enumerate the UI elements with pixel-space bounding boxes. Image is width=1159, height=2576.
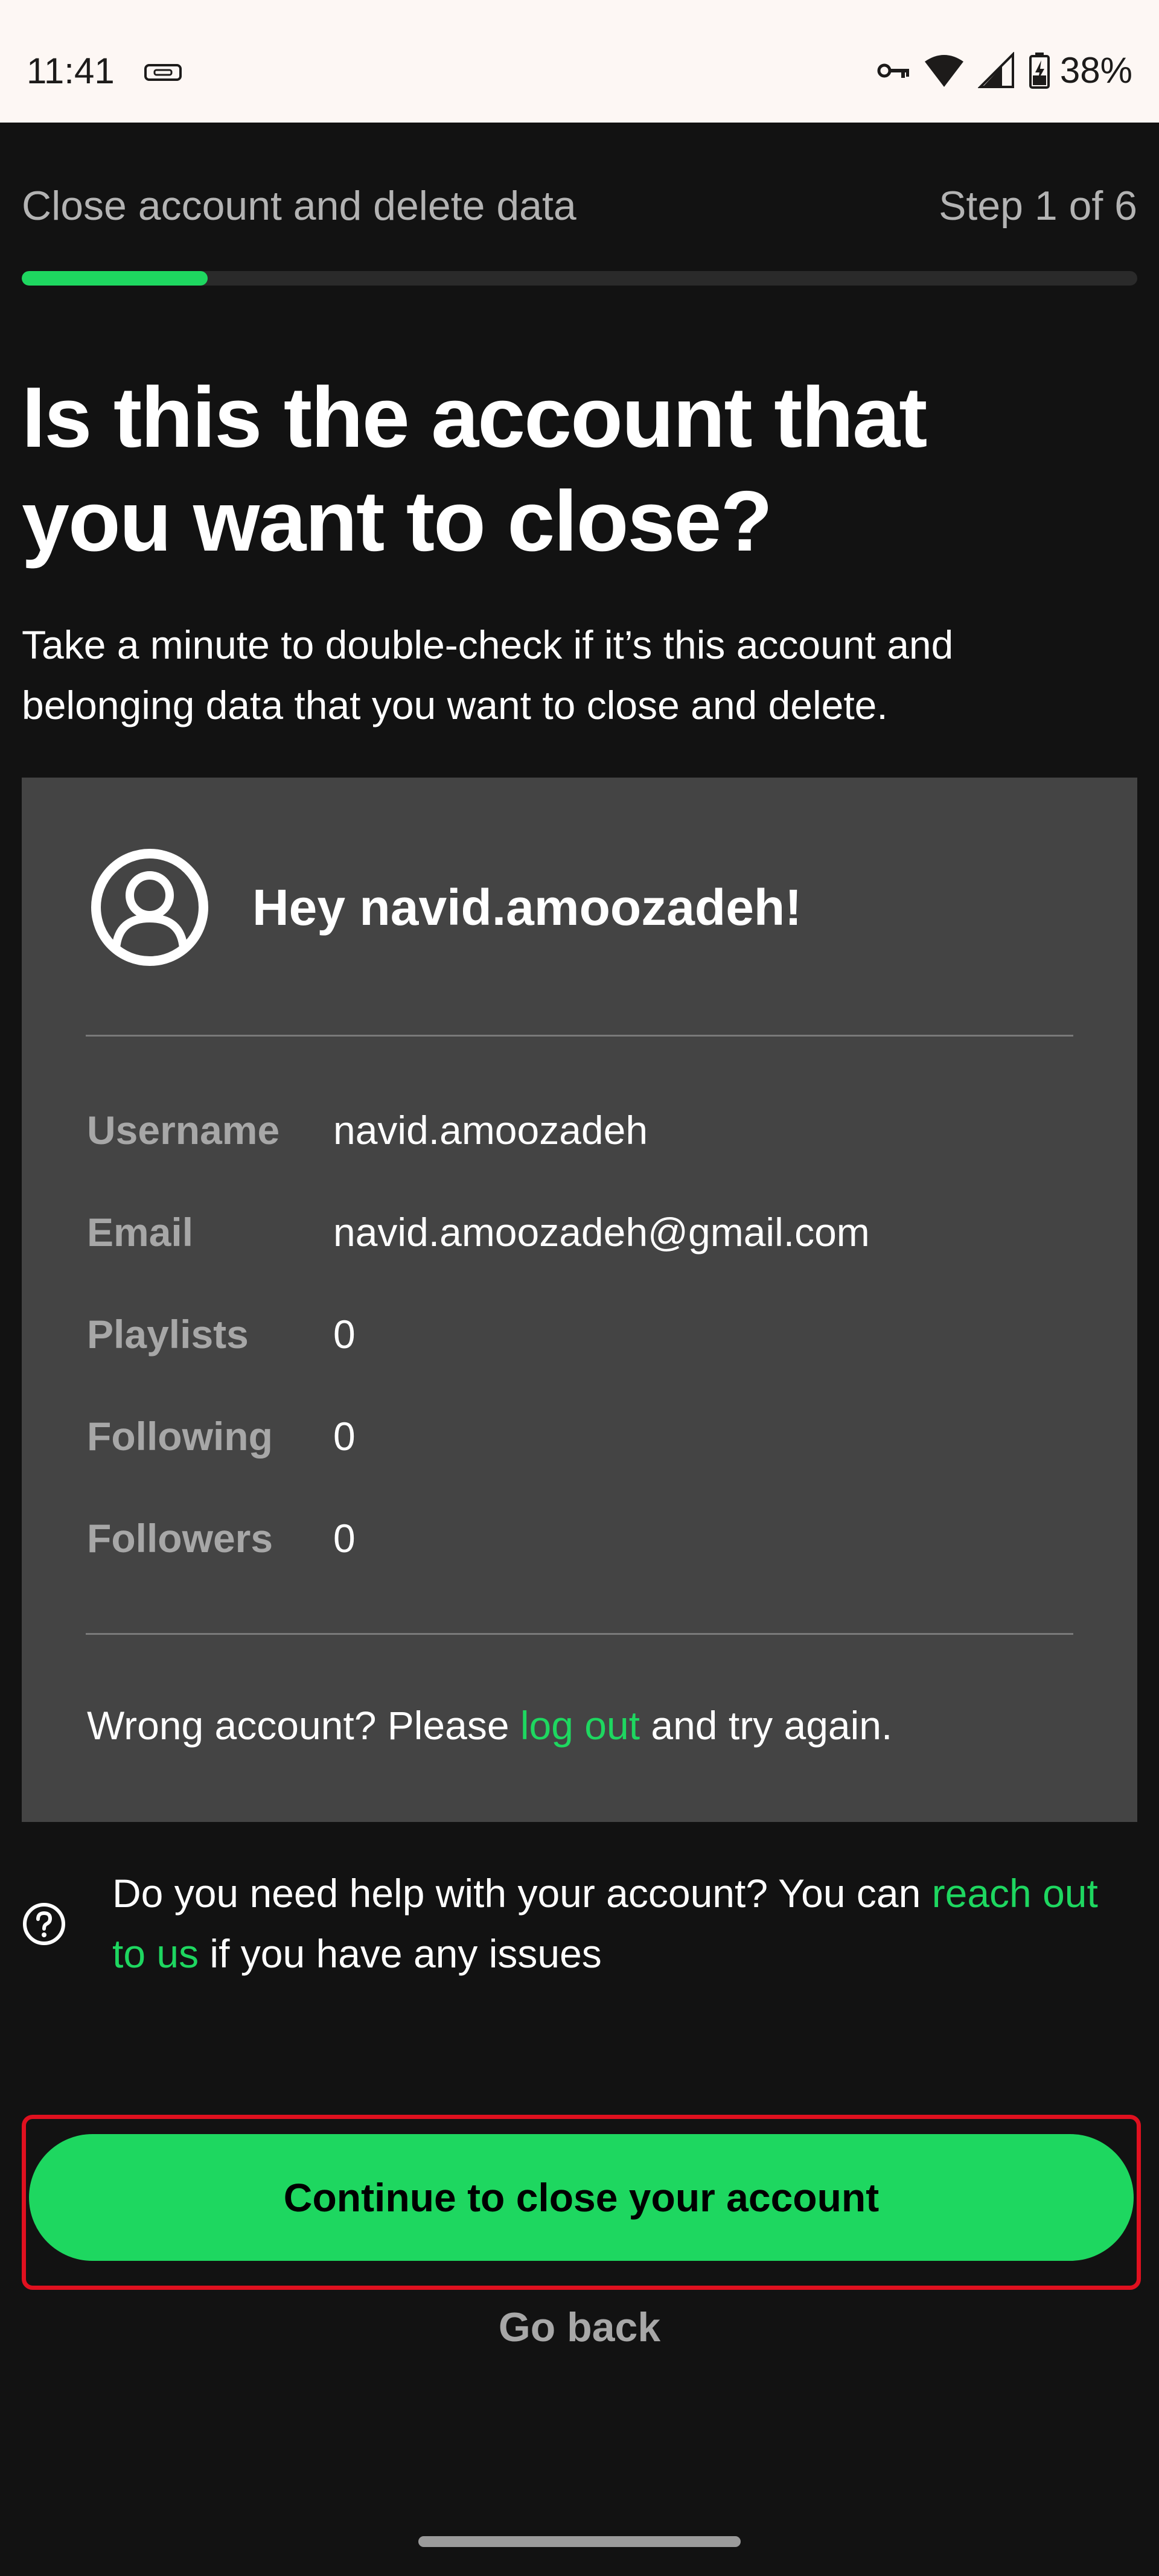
- info-row-followers: Followers 0: [87, 1508, 1113, 1568]
- account-greeting: Hey navid.amoozadeh!: [252, 879, 802, 936]
- page-description: Take a minute to double-check if it’s th…: [22, 622, 954, 727]
- help-text: Do you need help with your account? You …: [112, 1863, 1138, 1984]
- progress-bar: [22, 271, 1137, 286]
- status-icons: 38%: [876, 50, 1132, 92]
- divider: [86, 1035, 1073, 1037]
- account-card: Hey navid.amoozadeh! Username navid.amoo…: [22, 778, 1137, 1822]
- playlists-value: 0: [333, 1312, 356, 1357]
- info-row-username: Username navid.amoozadeh: [87, 1100, 1113, 1160]
- home-indicator[interactable]: [418, 2536, 741, 2547]
- status-time: 11:41: [27, 51, 115, 91]
- followers-label: Followers: [87, 1516, 273, 1561]
- following-value: 0: [333, 1414, 356, 1459]
- wrong-account-suffix: and try again.: [640, 1703, 893, 1748]
- page-title: Is this the account that you want to clo…: [22, 369, 927, 569]
- email-label: Email: [87, 1210, 194, 1254]
- step-indicator: Step 1 of 6: [939, 183, 1137, 229]
- log-out-link[interactable]: log out: [520, 1703, 640, 1748]
- user-avatar-icon: [91, 849, 208, 966]
- followers-value: 0: [333, 1516, 356, 1561]
- vpn-key-icon: [877, 63, 909, 78]
- wrong-account-prefix: Wrong account? Please: [87, 1703, 520, 1748]
- go-back-button[interactable]: Go back: [398, 2297, 761, 2357]
- username-label: Username: [87, 1108, 280, 1152]
- help-circle-icon: [23, 1903, 65, 1945]
- info-row-playlists: Playlists 0: [87, 1304, 1113, 1364]
- battery-percent: 38%: [1059, 50, 1132, 91]
- link-icon: [144, 64, 182, 81]
- email-value: navid.amoozadeh@gmail.com: [333, 1210, 870, 1254]
- playlists-label: Playlists: [87, 1312, 249, 1357]
- help-text-suffix: if you have any issues: [199, 1931, 602, 1976]
- progress-fill: [22, 271, 208, 286]
- continue-close-account-button[interactable]: Continue to close your account: [29, 2134, 1134, 2261]
- info-row-following: Following 0: [87, 1406, 1113, 1466]
- following-label: Following: [87, 1414, 273, 1459]
- header-title: Close account and delete data: [22, 183, 576, 229]
- wrong-account-text: Wrong account? Please log out and try ag…: [87, 1695, 892, 1756]
- help-text-prefix: Do you need help with your account? You …: [112, 1871, 932, 1916]
- info-row-email: Email navid.amoozadeh@gmail.com: [87, 1202, 1113, 1262]
- battery-charging-icon: [1029, 53, 1050, 89]
- signal-icon: [977, 52, 1014, 88]
- wifi-icon: [924, 55, 963, 87]
- divider: [86, 1633, 1073, 1635]
- username-value: navid.amoozadeh: [333, 1108, 648, 1152]
- status-bar: 11:41 38%: [0, 0, 1159, 123]
